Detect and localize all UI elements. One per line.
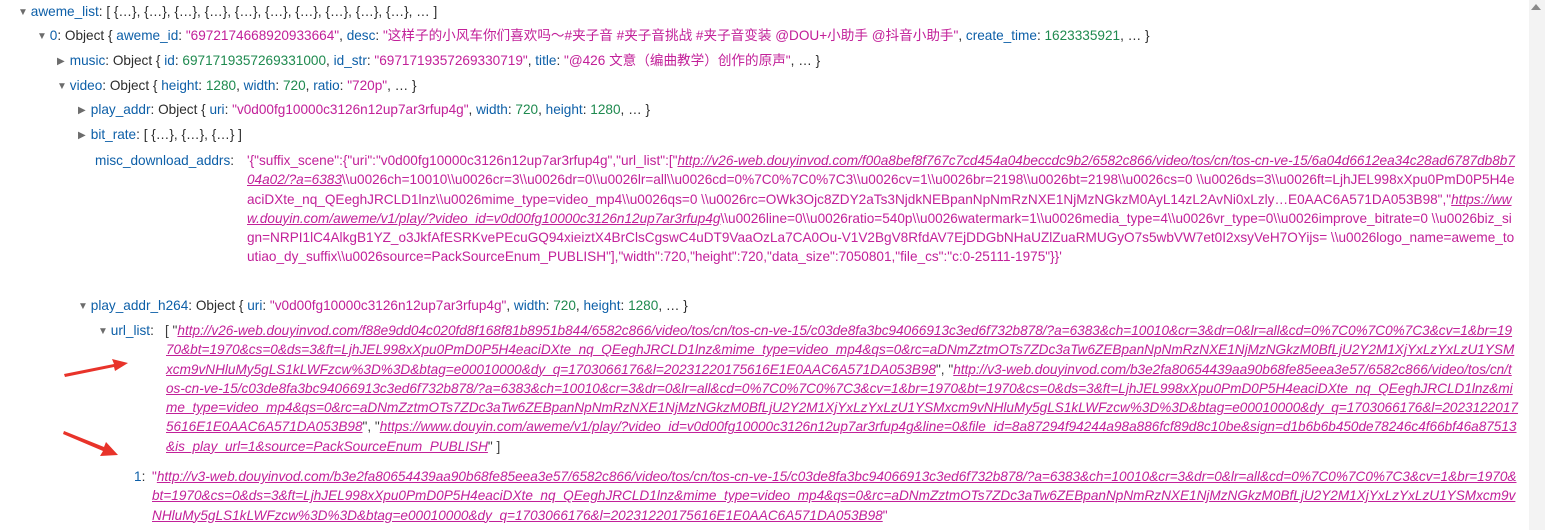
url-list-item-1-value: "http://v3-web.douyinvod.com/b3e2fa80654… bbox=[152, 469, 1517, 523]
tree-row-item-0[interactable]: ▼ 0: Object { aweme_id: "697217466892093… bbox=[37, 27, 1150, 46]
tree-row-aweme-list[interactable]: ▼ aweme_list: [ {…}, {…}, {…}, {…}, {…},… bbox=[18, 3, 437, 22]
vertical-scrollbar[interactable] bbox=[1529, 0, 1545, 530]
property-key: play_addr bbox=[90, 102, 151, 117]
tree-row-play-addr[interactable]: ▶ play_addr: Object { uri: "v0d00fg10000… bbox=[78, 101, 650, 120]
red-arrow-icon bbox=[63, 431, 118, 456]
red-arrow-icon bbox=[64, 359, 128, 377]
caret-down-icon[interactable]: ▼ bbox=[98, 323, 108, 341]
property-key: bit_rate bbox=[90, 127, 137, 142]
caret-down-icon[interactable]: ▼ bbox=[37, 28, 47, 46]
property-key: video bbox=[69, 78, 103, 93]
caret-down-icon[interactable]: ▼ bbox=[18, 4, 28, 22]
caret-right-icon[interactable]: ▶ bbox=[57, 53, 66, 71]
tree-row-bit-rate[interactable]: ▶ bit_rate: [ {…}, {…}, {…} ] bbox=[78, 126, 242, 145]
caret-right-icon[interactable]: ▶ bbox=[78, 102, 87, 120]
caret-right-icon[interactable]: ▶ bbox=[78, 127, 87, 145]
property-key: music bbox=[69, 53, 106, 68]
property-key: misc_download_addrs bbox=[95, 153, 231, 168]
tree-row-music[interactable]: ▶ music: Object { id: 697171935726933100… bbox=[57, 52, 820, 71]
caret-down-icon[interactable]: ▼ bbox=[78, 298, 88, 316]
url-link[interactable]: http://v3-web.douyinvod.com/b3e2fa806544… bbox=[152, 469, 1516, 523]
property-preview: [ {…}, {…}, {…} ] bbox=[143, 127, 242, 142]
tree-row-url-list[interactable]: ▼ url_list: bbox=[98, 322, 154, 341]
tree-row-video[interactable]: ▼ video: Object { height: 1280, width: 7… bbox=[57, 77, 417, 96]
tree-row-play-addr-h264[interactable]: ▼ play_addr_h264: Object { uri: "v0d00fg… bbox=[78, 297, 688, 316]
tree-row-url-list-item-1: 1: bbox=[134, 469, 146, 484]
property-key: 1 bbox=[134, 469, 142, 484]
misc-download-addrs-value: '{"suffix_scene":{"uri":"v0d00fg10000c31… bbox=[247, 153, 1515, 265]
scroll-up-arrow-icon[interactable] bbox=[1531, 4, 1541, 10]
caret-down-icon[interactable]: ▼ bbox=[57, 78, 67, 96]
property-key: play_addr_h264 bbox=[90, 298, 189, 313]
property-key: aweme_list bbox=[30, 4, 99, 19]
property-key: url_list bbox=[110, 323, 151, 338]
tree-row-misc-download-addrs: misc_download_addrs: bbox=[95, 153, 235, 168]
url-list-value: [ "http://v26-web.douyinvod.com/f88e9dd0… bbox=[165, 323, 1518, 454]
property-preview: [ {…}, {…}, {…}, {…}, {…}, {…}, {…}, {…}… bbox=[106, 4, 438, 19]
